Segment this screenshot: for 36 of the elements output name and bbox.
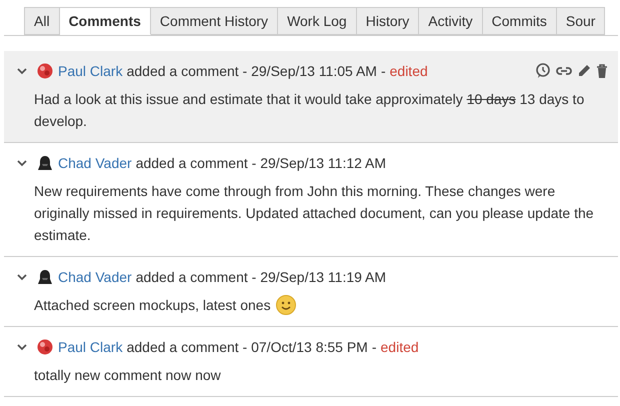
edit-icon[interactable]	[577, 64, 591, 78]
comment-meta: added a comment - 29/Sep/13 11:19 AM	[136, 269, 386, 285]
comment-meta: added a comment - 29/Sep/13 11:12 AM	[136, 155, 386, 171]
delete-icon[interactable]	[596, 64, 608, 78]
author-link[interactable]: Chad Vader	[58, 269, 132, 285]
comment-text: Had a look at this issue and estimate that it would take approximately 10 days 13 days to develop.	[34, 90, 586, 131]
author-link[interactable]: Chad Vader	[58, 155, 132, 171]
edited-label: edited	[380, 339, 419, 355]
author-link[interactable]: Paul Clark	[58, 63, 123, 79]
tab[interactable]: Comment History	[150, 7, 278, 35]
dash: -	[372, 339, 377, 355]
chevron-icon[interactable]	[17, 160, 27, 166]
tab[interactable]: Work Log	[278, 7, 357, 35]
chevron-icon[interactable]	[17, 344, 27, 350]
chevron-icon[interactable]	[17, 68, 27, 74]
comment-meta: added a comment - 07/Oct/13 8:55 PM	[126, 339, 368, 355]
dash: -	[380, 63, 386, 79]
helmet-icon	[37, 269, 53, 285]
edited-label: edited	[390, 63, 428, 79]
author-link[interactable]: Paul Clark	[58, 339, 123, 355]
comment-text: New requirements have come through from John this morning. These changes were originally missed in requirements. Updated attached document, can you please update the estimate.	[34, 182, 594, 245]
comment-text: Attached screen mockups, latest ones	[34, 294, 594, 316]
avatar-icon	[37, 339, 53, 355]
chevron-icon[interactable]	[17, 274, 27, 280]
comment-text: totally new comment now now	[34, 366, 222, 385]
comment-meta: added a comment - 29/Sep/13 11:05 AM	[126, 63, 377, 79]
tab[interactable]: Commits	[482, 7, 557, 35]
comment-icon[interactable]	[535, 63, 551, 79]
link-icon[interactable]	[556, 66, 572, 76]
helmet-icon	[37, 155, 53, 171]
tab[interactable]: History	[356, 7, 420, 35]
tab[interactable]: Comments	[60, 7, 151, 35]
tab[interactable]: Activity	[419, 7, 483, 35]
tab[interactable]: All	[24, 7, 60, 35]
avatar-icon	[37, 63, 53, 79]
tab[interactable]: Sour	[556, 7, 606, 35]
